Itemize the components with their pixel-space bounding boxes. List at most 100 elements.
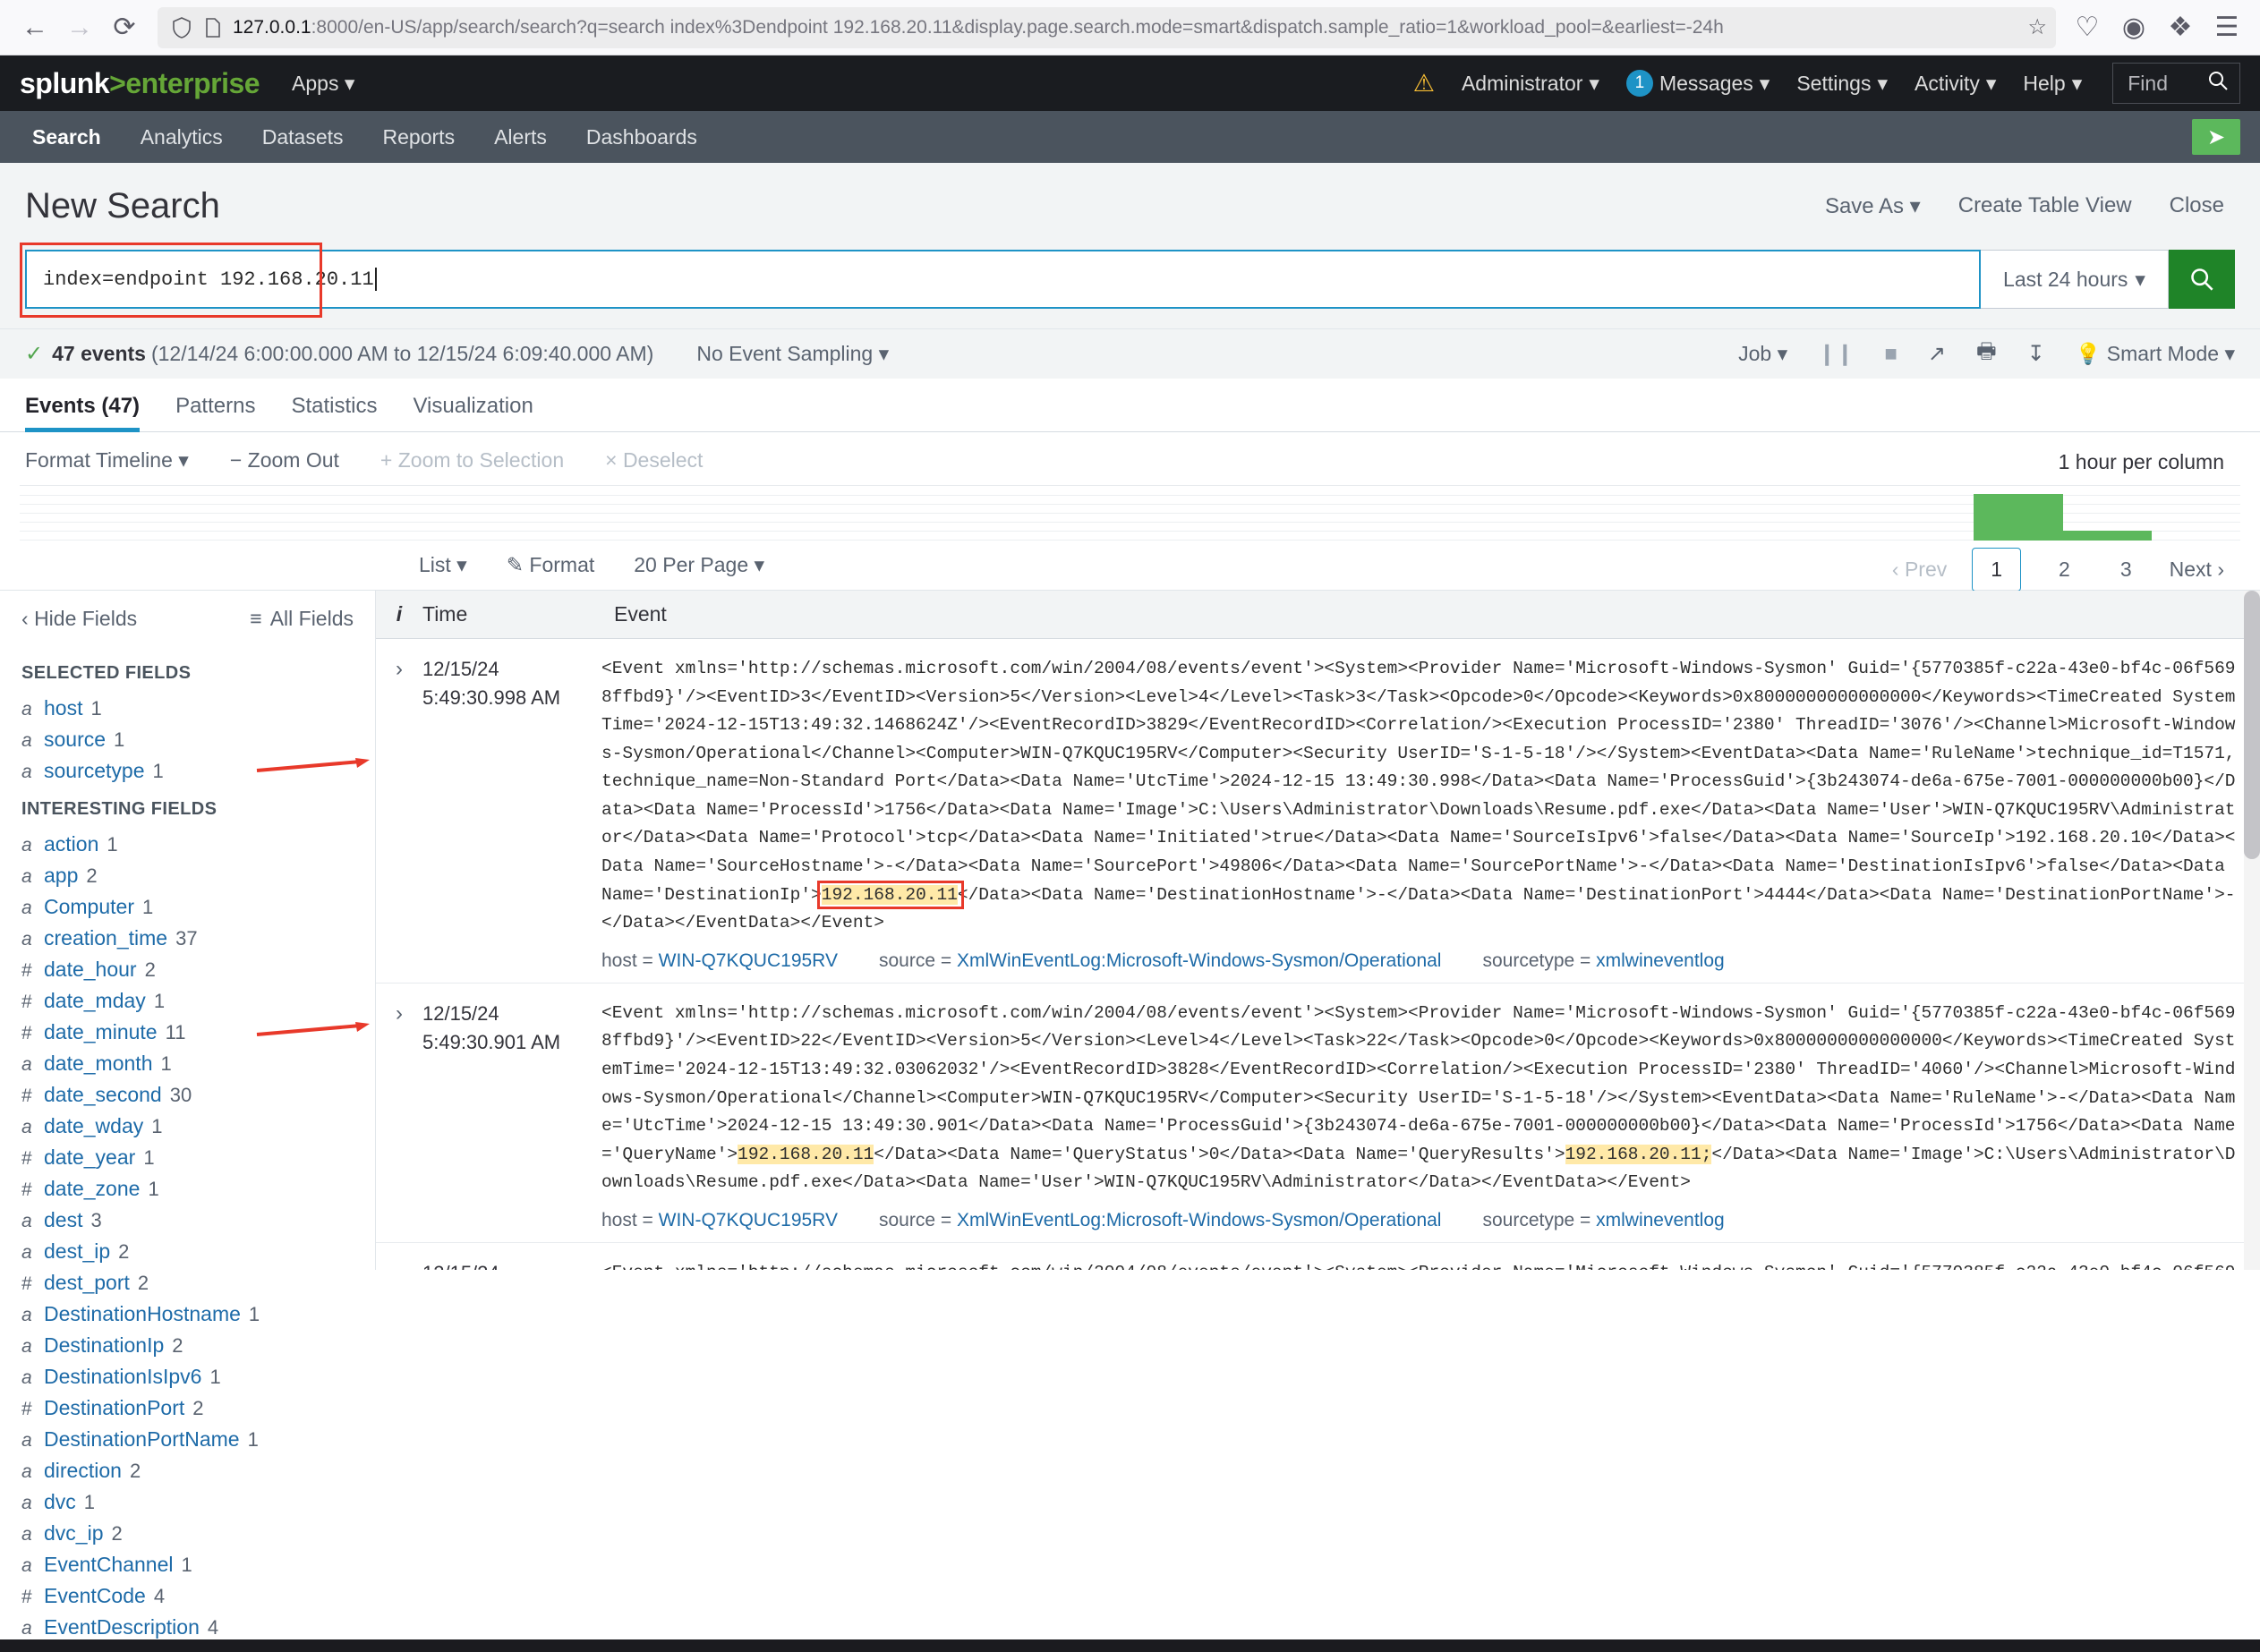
download-icon[interactable]: ↧: [2027, 341, 2045, 367]
field-dvc[interactable]: a dvc 1: [0, 1486, 375, 1518]
search-mode-menu[interactable]: 💡 Smart Mode ▾: [2076, 342, 2235, 366]
pagination-page-2[interactable]: 2: [2046, 552, 2083, 587]
splunk-logo[interactable]: splunk>enterprise: [20, 67, 260, 100]
field-date_mday[interactable]: # date_mday 1: [0, 985, 375, 1017]
field-dest[interactable]: a dest 3: [0, 1205, 375, 1236]
create-table-view-button[interactable]: Create Table View: [1958, 193, 2132, 219]
close-button[interactable]: Close: [2170, 193, 2224, 219]
format-timeline-menu[interactable]: Format Timeline ▾: [25, 448, 189, 473]
pagination-next[interactable]: Next ›: [2170, 558, 2224, 582]
field-direction[interactable]: a direction 2: [0, 1455, 375, 1486]
field-EventCode[interactable]: # EventCode 4: [0, 1580, 375, 1612]
field-sourcetype[interactable]: a sourcetype 1: [0, 755, 375, 787]
field-DestinationIsIpv6[interactable]: a DestinationIsIpv6 1: [0, 1361, 375, 1392]
help-menu[interactable]: Help ▾: [2023, 72, 2082, 96]
apps-menu[interactable]: Apps ▾: [292, 72, 354, 96]
field-DestinationIp[interactable]: a DestinationIp 2: [0, 1330, 375, 1361]
field-date_zone[interactable]: # date_zone 1: [0, 1173, 375, 1205]
search-icon[interactable]: [2207, 70, 2229, 98]
result-tab-patterns[interactable]: Patterns: [158, 394, 273, 431]
field-date_minute[interactable]: # date_minute 11: [0, 1017, 375, 1048]
timeline-chart[interactable]: [20, 485, 2240, 541]
event-meta-source[interactable]: source = XmlWinEventLog:Microsoft-Window…: [879, 950, 1442, 972]
scrollbar-track[interactable]: [2244, 591, 2260, 1270]
print-icon[interactable]: 🖶: [1976, 336, 1997, 372]
field-date_wday[interactable]: a date_wday 1: [0, 1111, 375, 1142]
all-fields-button[interactable]: ≡ All Fields: [250, 607, 354, 631]
field-host[interactable]: a host 1: [0, 693, 375, 724]
result-tab-statistics[interactable]: Statistics: [273, 394, 395, 431]
app-tab-alerts[interactable]: Alerts: [474, 111, 567, 163]
field-EventChannel[interactable]: a EventChannel 1: [0, 1549, 375, 1580]
table-row[interactable]: ›12/15/245:36:47.907 AM<Event xmlns='htt…: [376, 1243, 2260, 1270]
event-meta-source[interactable]: source = XmlWinEventLog:Microsoft-Window…: [879, 1210, 1442, 1231]
field-date_second[interactable]: # date_second 30: [0, 1079, 375, 1111]
back-arrow-icon[interactable]: ←: [13, 8, 57, 47]
field-Computer[interactable]: a Computer 1: [0, 891, 375, 923]
send-arrow-icon[interactable]: ➤: [2192, 119, 2240, 155]
app-tab-search[interactable]: Search: [13, 111, 121, 163]
scrollbar-thumb[interactable]: [2244, 591, 2260, 859]
activity-menu[interactable]: Activity ▾: [1915, 72, 1996, 96]
field-date_hour[interactable]: # date_hour 2: [0, 954, 375, 985]
address-bar[interactable]: 127.0.0.1:8000/en-US/app/search/search?q…: [158, 6, 2056, 48]
messages-menu[interactable]: 1 Messages ▾: [1625, 70, 1770, 97]
list-view-menu[interactable]: List ▾: [419, 553, 467, 577]
extensions-icon[interactable]: ❖: [2160, 8, 2201, 47]
hamburger-menu-icon[interactable]: ☰: [2206, 8, 2247, 47]
event-meta-host[interactable]: host = WIN-Q7KQUC195RV: [601, 1210, 838, 1231]
hide-fields-button[interactable]: ‹ Hide Fields: [21, 607, 137, 631]
app-tab-dashboards[interactable]: Dashboards: [567, 111, 717, 163]
account-icon[interactable]: ◉: [2113, 8, 2154, 47]
table-row[interactable]: › 12/15/24 5:49:30.901 AM <Event xmlns='htt…: [376, 984, 2260, 1243]
pause-icon[interactable]: ❙❙: [1818, 341, 1854, 367]
field-DestinationPort[interactable]: # DestinationPort 2: [0, 1392, 375, 1424]
field-dvc_ip[interactable]: a dvc_ip 2: [0, 1518, 375, 1549]
field-action[interactable]: a action 1: [0, 829, 375, 860]
search-input[interactable]: index=endpoint 192.168.20.11: [25, 250, 1981, 309]
field-date_year[interactable]: # date_year 1: [0, 1142, 375, 1173]
star-icon[interactable]: ☆: [2027, 14, 2047, 40]
event-meta-sourcetype[interactable]: sourcetype = xmlwineventlog: [1482, 950, 1724, 972]
field-EventDescription[interactable]: a EventDescription 4: [0, 1612, 375, 1643]
result-tab-events[interactable]: Events (47): [25, 394, 158, 432]
save-as-menu[interactable]: Save As ▾: [1825, 193, 1921, 219]
field-DestinationPortName[interactable]: a DestinationPortName 1: [0, 1424, 375, 1455]
field-app[interactable]: a app 2: [0, 860, 375, 891]
field-creation_time[interactable]: a creation_time 37: [0, 923, 375, 954]
app-tab-reports[interactable]: Reports: [363, 111, 475, 163]
field-date_month[interactable]: a date_month 1: [0, 1048, 375, 1079]
pagination-page-3[interactable]: 3: [2108, 552, 2145, 587]
pagination-page-1[interactable]: 1: [1972, 548, 2022, 592]
app-tab-datasets[interactable]: Datasets: [243, 111, 363, 163]
zoom-out-button[interactable]: − Zoom Out: [230, 448, 339, 473]
timeline-bar[interactable]: [1974, 494, 2063, 541]
app-tab-analytics[interactable]: Analytics: [121, 111, 243, 163]
field-dest_ip[interactable]: a dest_ip 2: [0, 1236, 375, 1267]
format-button[interactable]: ✎ Format: [507, 553, 595, 577]
result-tab-visualization[interactable]: Visualization: [395, 394, 550, 431]
table-row[interactable]: › 12/15/24 5:49:30.998 AM <Event xmlns='htt…: [376, 639, 2260, 984]
per-page-menu[interactable]: 20 Per Page ▾: [634, 553, 764, 577]
event-meta-sourcetype[interactable]: sourcetype = xmlwineventlog: [1482, 1210, 1724, 1231]
field-DestinationHostname[interactable]: a DestinationHostname 1: [0, 1299, 375, 1330]
settings-menu[interactable]: Settings ▾: [1796, 72, 1888, 96]
reload-icon[interactable]: ⟳: [102, 8, 147, 47]
event-sampling-menu[interactable]: No Event Sampling ▾: [696, 342, 889, 366]
find-search-box[interactable]: Find: [2112, 63, 2240, 104]
administrator-menu[interactable]: Administrator ▾: [1462, 72, 1599, 96]
share-arrow-icon[interactable]: ↗: [1928, 341, 1946, 367]
chevron-right-icon[interactable]: ›: [376, 655, 422, 975]
chevron-right-icon[interactable]: ›: [376, 1259, 422, 1270]
field-source[interactable]: a source 1: [0, 724, 375, 755]
event-meta-host[interactable]: host = WIN-Q7KQUC195RV: [601, 950, 838, 972]
timeline-bar[interactable]: [2062, 530, 2152, 541]
chevron-right-icon[interactable]: ›: [376, 1000, 422, 1235]
time-range-picker[interactable]: Last 24 hours ▾: [1981, 250, 2169, 309]
warning-triangle-icon[interactable]: ⚠: [1413, 70, 1435, 98]
save-to-pocket-icon[interactable]: ♡: [2067, 8, 2108, 47]
stop-icon[interactable]: ■: [1884, 342, 1898, 367]
job-menu[interactable]: Job ▾: [1738, 342, 1787, 366]
field-dest_port[interactable]: # dest_port 2: [0, 1267, 375, 1299]
run-search-button[interactable]: [2169, 250, 2235, 309]
